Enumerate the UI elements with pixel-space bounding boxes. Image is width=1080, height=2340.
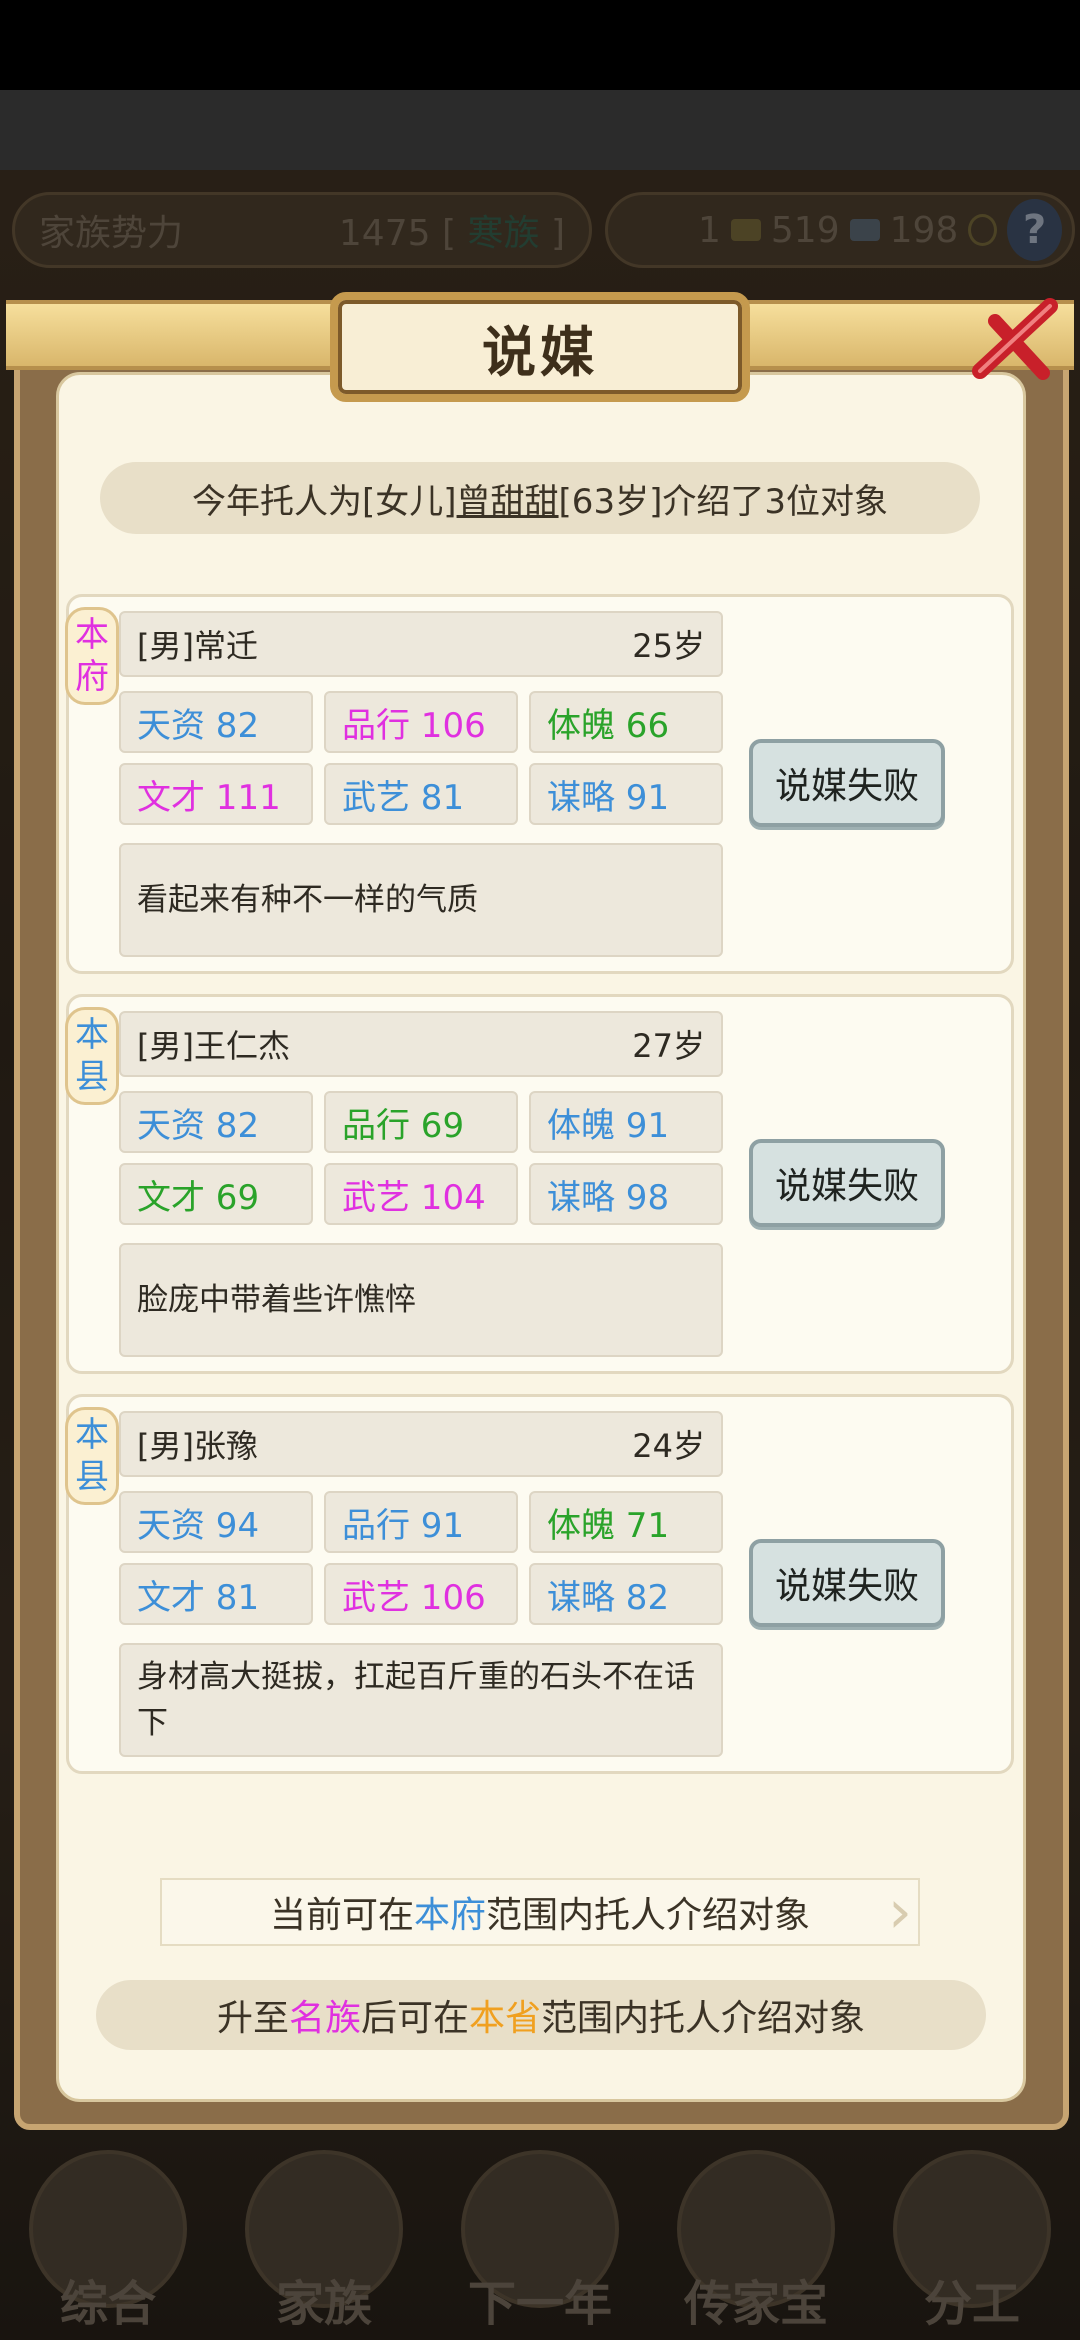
matchmaking-summary: 今年托人为[女儿] 曾甜甜 [63岁]介绍了3位对象 <box>100 462 980 534</box>
close-button[interactable] <box>960 286 1070 396</box>
close-icon <box>972 298 1058 380</box>
title-plate: 说媒 <box>330 292 750 402</box>
candidate-card: 本 府 [男]常迁 25岁 天资 82 品行 106 体魄 66 文才 111 … <box>65 594 1014 974</box>
candidate-description: 看起来有种不一样的气质 <box>119 843 723 957</box>
candidate-card: 本 县 [男]张豫 24岁 天资 94 品行 91 体魄 71 文才 81 武艺… <box>65 1394 1014 1774</box>
dialog-title: 说媒 <box>482 320 598 384</box>
stat-strategy: 谋略 82 <box>529 1563 723 1625</box>
stat-martial: 武艺 81 <box>324 763 518 825</box>
hint-highlight-province: 本省 <box>469 1998 542 2039</box>
hint-text: 后可在 <box>360 1998 469 2039</box>
stat-physique: 体魄 66 <box>529 691 723 753</box>
region-badge-char: 本 <box>75 1015 109 1055</box>
candidate-name: [男]王仁杰 <box>137 1027 290 1065</box>
app-header-bar <box>0 90 1080 170</box>
stat-talent: 天资 94 <box>119 1491 313 1553</box>
scope-hint: 当前可在 本府 范围内托人介绍对象 <box>160 1878 920 1946</box>
candidate-name: [男]张豫 <box>137 1427 258 1465</box>
stat-martial: 武艺 104 <box>324 1163 518 1225</box>
daughter-name-link[interactable]: 曾甜甜 <box>457 474 559 523</box>
stat-conduct: 品行 69 <box>324 1091 518 1153</box>
candidate-name-bar: [男]常迁 25岁 <box>119 611 723 677</box>
region-badge-char: 本 <box>75 615 109 655</box>
hint-highlight-clan-rank: 名族 <box>288 1998 361 2039</box>
hint-highlight-prefecture: 本府 <box>413 1895 486 1936</box>
matchmaking-failed-button[interactable]: 说媒失败 <box>749 1539 945 1627</box>
stat-literary: 文才 81 <box>119 1563 313 1625</box>
stat-talent: 天资 82 <box>119 1091 313 1153</box>
region-badge: 本 县 <box>65 1407 119 1505</box>
candidate-age: 24岁 <box>632 1427 705 1465</box>
summary-text-1: 今年托人为[女儿] <box>192 481 457 522</box>
status-bar <box>0 0 1080 90</box>
stat-literary: 文才 69 <box>119 1163 313 1225</box>
hint-text: 范围内托人介绍对象 <box>486 1895 811 1936</box>
right-arrow-ornament-icon: › <box>888 1877 912 1947</box>
stat-physique: 体魄 71 <box>529 1491 723 1553</box>
region-badge-char: 府 <box>75 657 109 697</box>
upgrade-hint: 升至 名族 后可在 本省 范围内托人介绍对象 <box>96 1980 986 2050</box>
candidate-card: 本 县 [男]王仁杰 27岁 天资 82 品行 69 体魄 91 文才 69 武… <box>65 994 1014 1374</box>
stat-literary: 文才 111 <box>119 763 313 825</box>
stat-martial: 武艺 106 <box>324 1563 518 1625</box>
hint-text: 当前可在 <box>269 1895 414 1936</box>
stat-physique: 体魄 91 <box>529 1091 723 1153</box>
region-badge: 本 府 <box>65 607 119 705</box>
candidate-description: 脸庞中带着些许憔悴 <box>119 1243 723 1357</box>
region-badge-char: 本 <box>75 1415 109 1455</box>
stat-strategy: 谋略 91 <box>529 763 723 825</box>
candidate-name: [男]常迁 <box>137 627 258 665</box>
summary-text-2: [63岁]介绍了3位对象 <box>558 481 888 522</box>
candidate-description: 身材高大挺拔，扛起百斤重的石头不在话下 <box>119 1643 723 1757</box>
matchmaking-failed-button[interactable]: 说媒失败 <box>749 1139 945 1227</box>
region-badge: 本 县 <box>65 1007 119 1105</box>
hint-text: 范围内托人介绍对象 <box>541 1998 866 2039</box>
stat-strategy: 谋略 98 <box>529 1163 723 1225</box>
stat-conduct: 品行 106 <box>324 691 518 753</box>
region-badge-char: 县 <box>75 1457 109 1497</box>
stat-talent: 天资 82 <box>119 691 313 753</box>
hint-text: 升至 <box>216 1998 289 2039</box>
matchmaking-failed-button[interactable]: 说媒失败 <box>749 739 945 827</box>
candidate-name-bar: [男]王仁杰 27岁 <box>119 1011 723 1077</box>
candidate-age: 27岁 <box>632 1027 705 1065</box>
candidate-name-bar: [男]张豫 24岁 <box>119 1411 723 1477</box>
candidate-age: 25岁 <box>632 627 705 665</box>
region-badge-char: 县 <box>75 1057 109 1097</box>
stat-conduct: 品行 91 <box>324 1491 518 1553</box>
